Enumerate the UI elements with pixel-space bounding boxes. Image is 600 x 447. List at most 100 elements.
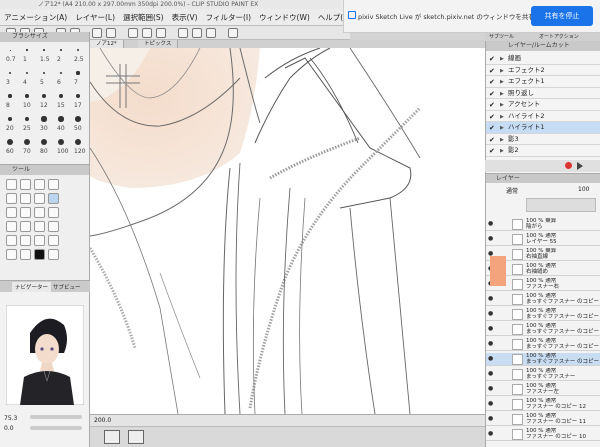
clear-icon[interactable] [92,28,102,38]
zoom-icon[interactable] [6,179,17,190]
layout-icon[interactable] [228,28,238,38]
menu-selection[interactable]: 選択範囲(S) [119,12,168,23]
brush-size-dot[interactable] [57,138,65,146]
ruler-icon[interactable] [34,235,45,246]
brush-size-dot[interactable] [75,93,81,99]
eye-icon[interactable]: ● [488,295,493,302]
visibility-check-icon[interactable]: ✔ [489,146,495,157]
folder-row[interactable]: ✔ ▶ ハイライト2 [486,111,600,123]
rotate-icon[interactable] [48,179,59,190]
color-swatch[interactable] [490,256,506,286]
brush-icon[interactable] [20,207,31,218]
visibility-check-icon[interactable]: ✔ [489,112,495,123]
brush-size-dot[interactable] [60,49,62,51]
visibility-check-icon[interactable]: ✔ [489,100,495,111]
brush-size-dot[interactable] [42,94,46,98]
expand-arrow-icon[interactable]: ▶ [500,100,504,111]
folder-row[interactable]: ✔ ▶ 線画 [486,53,600,65]
brush-size-dot[interactable] [23,138,31,146]
eye-icon[interactable]: ● [488,310,493,317]
expand-arrow-icon[interactable]: ▶ [500,77,504,88]
eye-icon[interactable]: ● [488,220,493,227]
brush-size-dot[interactable] [24,116,30,122]
brush-size-dot[interactable] [7,139,13,145]
eye-icon[interactable]: ● [488,235,493,242]
brush-size-dot[interactable] [8,94,12,98]
timeline-icon[interactable] [104,430,120,444]
eye-icon[interactable]: ● [488,370,493,377]
text-icon[interactable] [48,235,59,246]
layer-row[interactable]: ● 100 % 通常 まっすぐファスナー のコピー 8 [486,338,600,351]
deco-icon[interactable] [48,207,59,218]
menu-view[interactable]: 表示(V) [168,12,202,23]
eye-icon[interactable]: ● [488,385,493,392]
brush-size-dot[interactable] [9,49,11,51]
snap-icon[interactable] [192,28,202,38]
ruler-icon[interactable] [206,28,216,38]
expand-arrow-icon[interactable]: ▶ [500,112,504,123]
layer-row[interactable]: ● 100 % 通常 まっすぐファスナー のコピー 5 [486,323,600,336]
folder-row[interactable]: ✔ ▶ エフェクト1 [486,76,600,88]
visibility-check-icon[interactable]: ✔ [489,135,495,146]
frame-icon[interactable] [20,235,31,246]
folder-row[interactable]: ✔ ▶ 照り返し [486,88,600,100]
brush-size-dot[interactable] [58,116,64,122]
visibility-check-icon[interactable]: ✔ [489,89,495,100]
menu-window[interactable]: ウィンドウ(W) [255,12,314,23]
visibility-check-icon[interactable]: ✔ [489,54,495,65]
brush-size-dot[interactable] [41,116,47,122]
rotation-slider[interactable] [30,426,82,430]
color-a-icon[interactable] [34,249,45,260]
color-b-icon[interactable] [48,249,59,260]
tab-navigator[interactable]: ナビゲーター [12,282,52,292]
brush-size-dot[interactable] [43,49,45,51]
brush-size-dot[interactable] [25,71,29,75]
layer-row[interactable]: ● 100 % 通常 ファスナー のコピー 11 [486,413,600,426]
eye-icon[interactable]: ● [488,415,493,422]
brush-size-dot[interactable] [25,94,29,98]
brush-size-dot[interactable] [42,71,46,75]
folder-row[interactable]: ✔ ▶ 影2 [486,145,600,157]
tab-subview[interactable]: サブビュー [50,282,84,292]
layer-row[interactable]: ● 100 % 通常 ファスナー左 [486,383,600,396]
brush-size-dot[interactable] [76,71,80,75]
folder-row[interactable]: ✔ ▶ エフェクト2 [486,65,600,77]
visibility-check-icon[interactable]: ✔ [489,66,495,77]
brush-size-dot[interactable] [7,116,13,122]
layer-row[interactable]: ● 100 % 通常 まっすぐファスナー のコピー 7 [486,293,600,306]
folder-row[interactable]: ✔ ▶ アクセント [486,99,600,111]
tab-document[interactable]: ノア12* [90,40,124,48]
record-icon[interactable] [565,162,572,169]
layer-row[interactable]: ● 100 % 通常 まっすぐファスナー のコピー 9 [486,353,600,366]
menu-animation[interactable]: アニメーション(A) [0,12,71,23]
drawing-canvas[interactable] [90,48,485,414]
blend-icon[interactable] [20,221,31,232]
expand-arrow-icon[interactable]: ▶ [500,123,504,134]
brush-size-dot[interactable] [74,138,82,146]
layer-row[interactable]: ● 100 % 通常 レイヤー 55 [486,233,600,246]
layer-row[interactable]: ● 100 % 通常 ファスナー のコピー 10 [486,428,600,441]
layer-row[interactable]: ● 100 % 通常 まっすぐファスナー のコピー 6 [486,308,600,321]
deselect-icon[interactable] [156,28,166,38]
layer-row[interactable]: ● 100 % 乗算 陰がら [486,218,600,231]
eye-icon[interactable]: ● [488,430,493,437]
eye-icon[interactable]: ● [488,340,493,347]
tab-subtool[interactable]: サブツール [489,33,514,41]
crop-icon[interactable] [178,28,188,38]
eraser-icon[interactable] [6,221,17,232]
expand-arrow-icon[interactable]: ▶ [500,146,504,157]
select-all-icon[interactable] [142,28,152,38]
visibility-check-icon[interactable]: ✔ [489,77,495,88]
fill-icon[interactable] [106,28,116,38]
select-icon[interactable] [6,193,17,204]
expand-arrow-icon[interactable]: ▶ [500,89,504,100]
blend-mode-select[interactable]: 通常 [506,186,518,195]
tab-auto-action[interactable]: オートアクション [539,33,579,41]
expand-arrow-icon[interactable]: ▶ [500,66,504,77]
brush-size-dot[interactable] [8,71,12,75]
expand-arrow-icon[interactable]: ▶ [500,135,504,146]
airbrush-icon[interactable] [34,207,45,218]
brush-size-dot[interactable] [40,138,48,146]
layer-row[interactable]: ● 100 % 通常 ファスナー のコピー 12 [486,398,600,411]
fill-icon[interactable] [34,221,45,232]
